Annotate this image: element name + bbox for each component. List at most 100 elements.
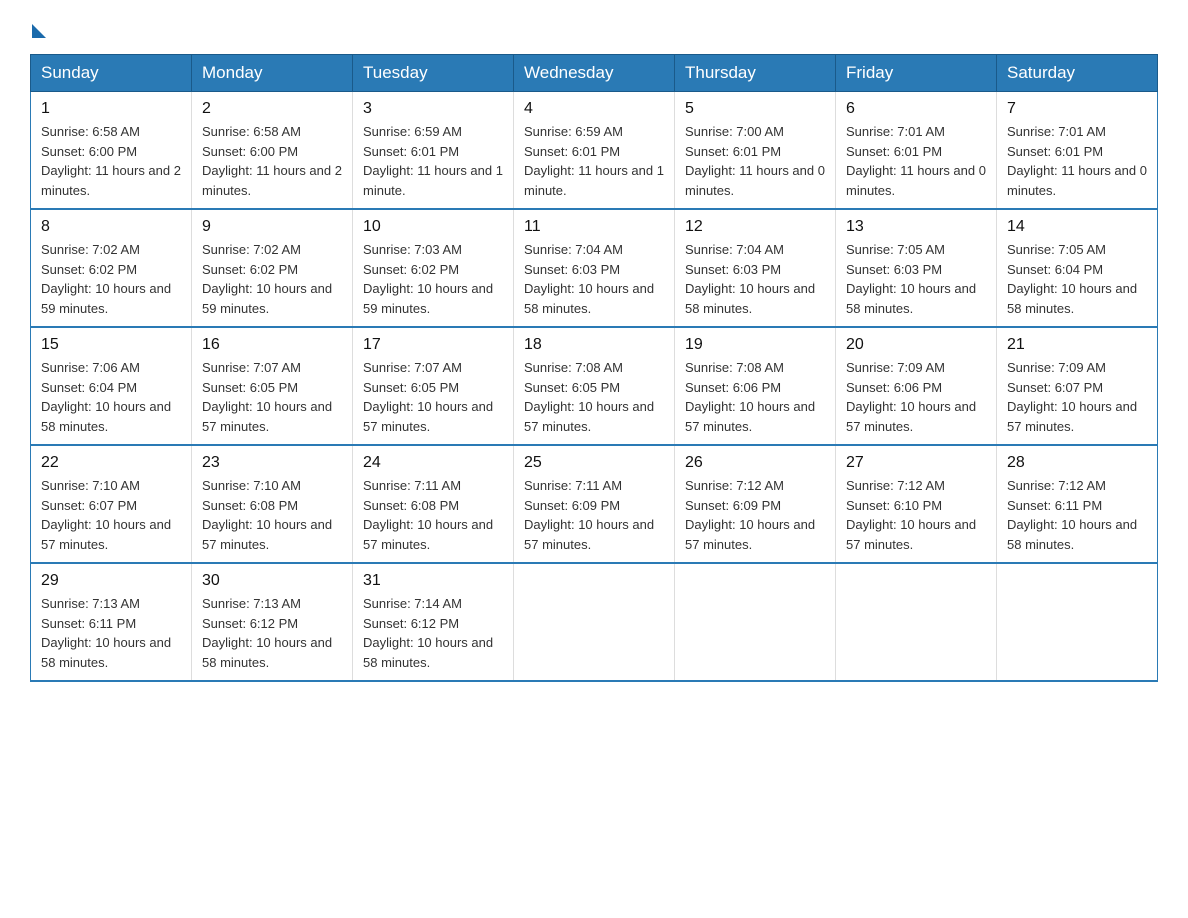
day-number: 25 (524, 454, 664, 472)
calendar-cell: 2 Sunrise: 6:58 AM Sunset: 6:00 PM Dayli… (192, 92, 353, 210)
day-number: 11 (524, 218, 664, 236)
day-info: Sunrise: 7:04 AM Sunset: 6:03 PM Dayligh… (685, 240, 825, 318)
day-number: 2 (202, 100, 342, 118)
weekday-header-sunday: Sunday (31, 55, 192, 92)
day-number: 21 (1007, 336, 1147, 354)
day-info: Sunrise: 6:59 AM Sunset: 6:01 PM Dayligh… (524, 122, 664, 200)
day-info: Sunrise: 7:09 AM Sunset: 6:07 PM Dayligh… (1007, 358, 1147, 436)
day-info: Sunrise: 7:03 AM Sunset: 6:02 PM Dayligh… (363, 240, 503, 318)
calendar-cell: 29 Sunrise: 7:13 AM Sunset: 6:11 PM Dayl… (31, 563, 192, 681)
calendar-cell: 24 Sunrise: 7:11 AM Sunset: 6:08 PM Dayl… (353, 445, 514, 563)
calendar-cell: 19 Sunrise: 7:08 AM Sunset: 6:06 PM Dayl… (675, 327, 836, 445)
calendar-cell: 10 Sunrise: 7:03 AM Sunset: 6:02 PM Dayl… (353, 209, 514, 327)
calendar-cell: 16 Sunrise: 7:07 AM Sunset: 6:05 PM Dayl… (192, 327, 353, 445)
day-info: Sunrise: 7:06 AM Sunset: 6:04 PM Dayligh… (41, 358, 181, 436)
day-info: Sunrise: 7:13 AM Sunset: 6:11 PM Dayligh… (41, 594, 181, 672)
calendar-cell: 8 Sunrise: 7:02 AM Sunset: 6:02 PM Dayli… (31, 209, 192, 327)
calendar-week-row: 8 Sunrise: 7:02 AM Sunset: 6:02 PM Dayli… (31, 209, 1158, 327)
day-info: Sunrise: 7:05 AM Sunset: 6:03 PM Dayligh… (846, 240, 986, 318)
day-number: 12 (685, 218, 825, 236)
page-header (30, 20, 1158, 34)
day-info: Sunrise: 6:58 AM Sunset: 6:00 PM Dayligh… (202, 122, 342, 200)
calendar-cell (997, 563, 1158, 681)
day-number: 17 (363, 336, 503, 354)
day-number: 8 (41, 218, 181, 236)
calendar-cell: 31 Sunrise: 7:14 AM Sunset: 6:12 PM Dayl… (353, 563, 514, 681)
calendar-cell: 30 Sunrise: 7:13 AM Sunset: 6:12 PM Dayl… (192, 563, 353, 681)
calendar-cell: 7 Sunrise: 7:01 AM Sunset: 6:01 PM Dayli… (997, 92, 1158, 210)
calendar-cell: 15 Sunrise: 7:06 AM Sunset: 6:04 PM Dayl… (31, 327, 192, 445)
calendar-cell: 27 Sunrise: 7:12 AM Sunset: 6:10 PM Dayl… (836, 445, 997, 563)
weekday-header-wednesday: Wednesday (514, 55, 675, 92)
day-info: Sunrise: 7:02 AM Sunset: 6:02 PM Dayligh… (41, 240, 181, 318)
calendar-cell: 21 Sunrise: 7:09 AM Sunset: 6:07 PM Dayl… (997, 327, 1158, 445)
day-number: 1 (41, 100, 181, 118)
day-info: Sunrise: 7:08 AM Sunset: 6:06 PM Dayligh… (685, 358, 825, 436)
day-number: 3 (363, 100, 503, 118)
day-number: 4 (524, 100, 664, 118)
calendar-cell (836, 563, 997, 681)
calendar-cell: 26 Sunrise: 7:12 AM Sunset: 6:09 PM Dayl… (675, 445, 836, 563)
day-number: 5 (685, 100, 825, 118)
day-number: 18 (524, 336, 664, 354)
day-info: Sunrise: 7:11 AM Sunset: 6:08 PM Dayligh… (363, 476, 503, 554)
day-number: 16 (202, 336, 342, 354)
day-info: Sunrise: 7:01 AM Sunset: 6:01 PM Dayligh… (846, 122, 986, 200)
day-number: 31 (363, 572, 503, 590)
day-info: Sunrise: 7:10 AM Sunset: 6:07 PM Dayligh… (41, 476, 181, 554)
logo (30, 20, 46, 34)
calendar-cell: 13 Sunrise: 7:05 AM Sunset: 6:03 PM Dayl… (836, 209, 997, 327)
calendar-header-row: SundayMondayTuesdayWednesdayThursdayFrid… (31, 55, 1158, 92)
calendar-cell: 17 Sunrise: 7:07 AM Sunset: 6:05 PM Dayl… (353, 327, 514, 445)
calendar-cell: 5 Sunrise: 7:00 AM Sunset: 6:01 PM Dayli… (675, 92, 836, 210)
calendar-cell: 4 Sunrise: 6:59 AM Sunset: 6:01 PM Dayli… (514, 92, 675, 210)
day-number: 20 (846, 336, 986, 354)
day-number: 23 (202, 454, 342, 472)
day-info: Sunrise: 7:11 AM Sunset: 6:09 PM Dayligh… (524, 476, 664, 554)
day-number: 6 (846, 100, 986, 118)
day-info: Sunrise: 7:05 AM Sunset: 6:04 PM Dayligh… (1007, 240, 1147, 318)
weekday-header-thursday: Thursday (675, 55, 836, 92)
day-number: 28 (1007, 454, 1147, 472)
day-info: Sunrise: 7:13 AM Sunset: 6:12 PM Dayligh… (202, 594, 342, 672)
day-info: Sunrise: 7:14 AM Sunset: 6:12 PM Dayligh… (363, 594, 503, 672)
calendar-cell: 3 Sunrise: 6:59 AM Sunset: 6:01 PM Dayli… (353, 92, 514, 210)
day-info: Sunrise: 7:00 AM Sunset: 6:01 PM Dayligh… (685, 122, 825, 200)
day-info: Sunrise: 7:12 AM Sunset: 6:09 PM Dayligh… (685, 476, 825, 554)
weekday-header-monday: Monday (192, 55, 353, 92)
calendar-cell: 14 Sunrise: 7:05 AM Sunset: 6:04 PM Dayl… (997, 209, 1158, 327)
day-info: Sunrise: 7:12 AM Sunset: 6:10 PM Dayligh… (846, 476, 986, 554)
day-number: 19 (685, 336, 825, 354)
day-info: Sunrise: 7:01 AM Sunset: 6:01 PM Dayligh… (1007, 122, 1147, 200)
calendar-week-row: 29 Sunrise: 7:13 AM Sunset: 6:11 PM Dayl… (31, 563, 1158, 681)
calendar-cell: 22 Sunrise: 7:10 AM Sunset: 6:07 PM Dayl… (31, 445, 192, 563)
day-info: Sunrise: 7:07 AM Sunset: 6:05 PM Dayligh… (202, 358, 342, 436)
day-number: 24 (363, 454, 503, 472)
day-info: Sunrise: 7:07 AM Sunset: 6:05 PM Dayligh… (363, 358, 503, 436)
calendar-cell: 1 Sunrise: 6:58 AM Sunset: 6:00 PM Dayli… (31, 92, 192, 210)
calendar-table: SundayMondayTuesdayWednesdayThursdayFrid… (30, 54, 1158, 682)
day-number: 29 (41, 572, 181, 590)
day-info: Sunrise: 7:12 AM Sunset: 6:11 PM Dayligh… (1007, 476, 1147, 554)
weekday-header-tuesday: Tuesday (353, 55, 514, 92)
logo-arrow-icon (32, 24, 46, 38)
calendar-cell: 9 Sunrise: 7:02 AM Sunset: 6:02 PM Dayli… (192, 209, 353, 327)
day-info: Sunrise: 7:02 AM Sunset: 6:02 PM Dayligh… (202, 240, 342, 318)
day-info: Sunrise: 6:59 AM Sunset: 6:01 PM Dayligh… (363, 122, 503, 200)
day-info: Sunrise: 7:04 AM Sunset: 6:03 PM Dayligh… (524, 240, 664, 318)
day-number: 30 (202, 572, 342, 590)
calendar-cell: 28 Sunrise: 7:12 AM Sunset: 6:11 PM Dayl… (997, 445, 1158, 563)
calendar-cell: 11 Sunrise: 7:04 AM Sunset: 6:03 PM Dayl… (514, 209, 675, 327)
calendar-cell: 20 Sunrise: 7:09 AM Sunset: 6:06 PM Dayl… (836, 327, 997, 445)
day-number: 22 (41, 454, 181, 472)
day-info: Sunrise: 7:10 AM Sunset: 6:08 PM Dayligh… (202, 476, 342, 554)
calendar-cell: 18 Sunrise: 7:08 AM Sunset: 6:05 PM Dayl… (514, 327, 675, 445)
day-number: 27 (846, 454, 986, 472)
calendar-week-row: 15 Sunrise: 7:06 AM Sunset: 6:04 PM Dayl… (31, 327, 1158, 445)
calendar-cell (514, 563, 675, 681)
day-number: 10 (363, 218, 503, 236)
calendar-week-row: 1 Sunrise: 6:58 AM Sunset: 6:00 PM Dayli… (31, 92, 1158, 210)
weekday-header-friday: Friday (836, 55, 997, 92)
weekday-header-saturday: Saturday (997, 55, 1158, 92)
day-number: 9 (202, 218, 342, 236)
